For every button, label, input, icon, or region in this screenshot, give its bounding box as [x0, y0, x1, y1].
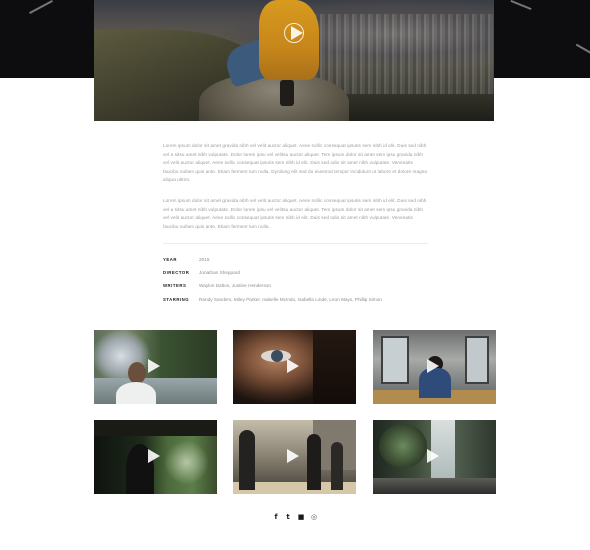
play-icon[interactable]: [287, 359, 299, 373]
tree: [379, 424, 427, 468]
light: [164, 440, 209, 485]
person-boot: [280, 80, 294, 106]
description-paragraph-2: Lorem ipsum dolor sit amet gravida nibh …: [163, 198, 427, 229]
person: [116, 382, 156, 404]
gallery-thumb-forest-waterfall[interactable]: [373, 420, 496, 494]
facebook-icon[interactable]: f: [272, 513, 280, 521]
pedestrian: [331, 442, 343, 490]
hero-video[interactable]: [94, 0, 494, 121]
info-value: Waylon Dalton, Justine Henderson: [199, 283, 271, 288]
window: [381, 336, 409, 384]
info-value: 2015: [199, 257, 210, 262]
instagram-icon[interactable]: ◎: [310, 513, 318, 521]
ground: [373, 478, 496, 494]
info-value: Randy Sanders, Miley Parker, Isabelle Mc…: [199, 297, 382, 302]
hair: [313, 330, 356, 404]
twitter-icon[interactable]: t: [284, 513, 292, 521]
gallery-thumb-cave[interactable]: [94, 420, 217, 494]
play-icon[interactable]: [291, 26, 303, 40]
gallery-thumb-window-view[interactable]: [373, 330, 496, 404]
info-row-year: YEAR 2015: [163, 257, 433, 267]
decorative-streak: [575, 43, 590, 55]
play-icon[interactable]: [427, 359, 439, 373]
flickr-icon[interactable]: ■: [297, 513, 305, 521]
info-label: STARRING: [163, 297, 190, 302]
info-label: WRITERS: [163, 283, 187, 288]
info-value: Jonathan Sheppard: [199, 270, 240, 275]
decorative-streak: [29, 0, 53, 14]
divider: [163, 243, 428, 244]
decorative-streak: [510, 0, 532, 11]
info-row-writers: WRITERS Waylon Dalton, Justine Henderson: [163, 283, 433, 293]
gallery-thumb-street[interactable]: [233, 420, 356, 494]
cave-ceiling: [94, 420, 217, 436]
iris: [271, 350, 283, 362]
pedestrian: [307, 434, 321, 490]
gallery-thumb-waterfall-person[interactable]: [94, 330, 217, 404]
play-icon[interactable]: [427, 449, 439, 463]
info-row-starring: STARRING Randy Sanders, Miley Parker, Is…: [163, 297, 433, 307]
info-label: DIRECTOR: [163, 270, 190, 275]
gallery-thumb-eye-closeup[interactable]: [233, 330, 356, 404]
info-row-director: DIRECTOR Jonathan Sheppard: [163, 270, 433, 280]
person-head: [128, 362, 146, 384]
social-links: f t ■ ◎: [272, 513, 322, 523]
play-icon[interactable]: [287, 449, 299, 463]
play-icon[interactable]: [148, 449, 160, 463]
pedestrian: [239, 430, 255, 490]
window: [465, 336, 489, 384]
description-paragraph-1: Lorem ipsum dolor sit amet gravida nibh …: [163, 143, 428, 182]
play-icon[interactable]: [148, 359, 160, 373]
info-label: YEAR: [163, 257, 177, 262]
